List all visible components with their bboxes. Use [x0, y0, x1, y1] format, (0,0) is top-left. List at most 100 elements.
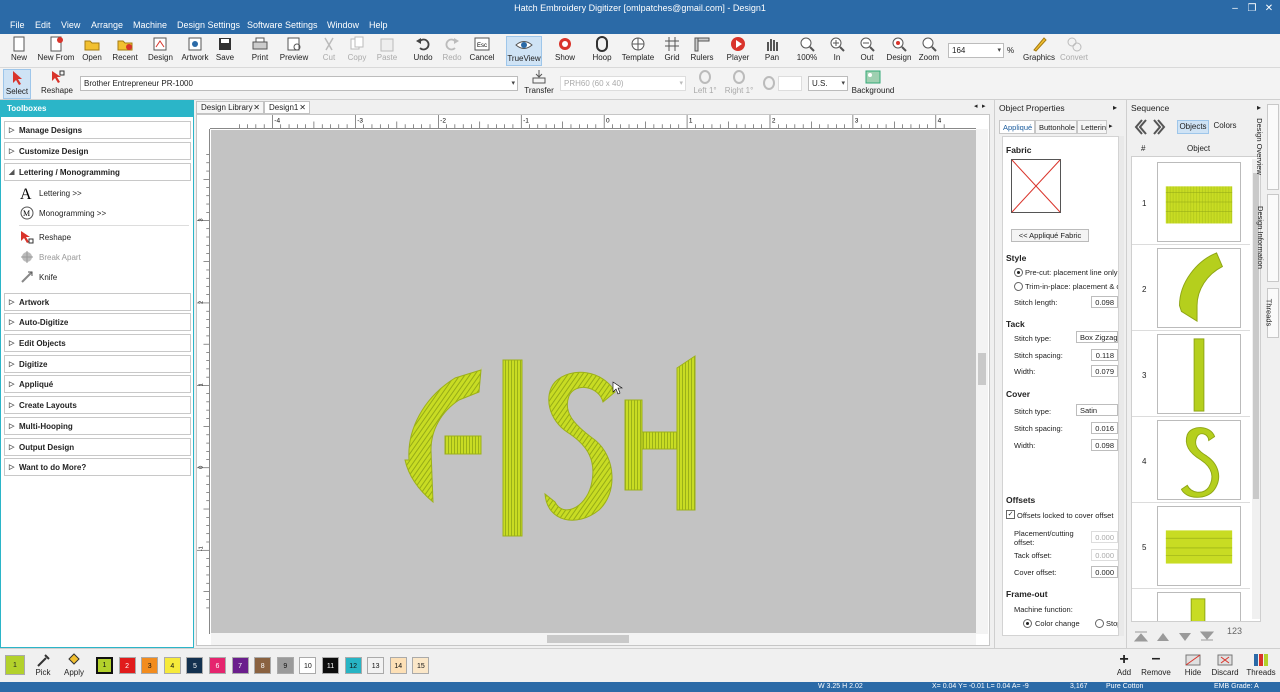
tack-spacing-input[interactable]: 0.118	[1091, 349, 1118, 361]
recent-button[interactable]: Recent	[110, 36, 140, 66]
horizontal-scrollbar[interactable]	[211, 633, 976, 645]
template-button[interactable]: Template	[620, 36, 656, 66]
hoop-select[interactable]: PRH60 (60 x 40) ▾	[560, 76, 686, 91]
color-change-radio[interactable]	[1023, 619, 1032, 628]
rulers-button[interactable]: Rulers	[688, 36, 716, 66]
scroll-right-icon[interactable]: ▸	[982, 102, 986, 110]
100--button[interactable]: 100%	[794, 36, 820, 66]
undo-button[interactable]: Undo	[410, 36, 436, 66]
toolbox-edit-objects[interactable]: ▷ Edit Objects	[4, 334, 191, 352]
new-button[interactable]: New	[8, 36, 30, 66]
tab-applique[interactable]: Appliqué	[999, 120, 1035, 134]
thread-swatch[interactable]: 11	[322, 657, 339, 674]
paste-button[interactable]: Paste	[376, 36, 398, 66]
machine-select[interactable]: Brother Entrepreneur PR-1000 ▾	[80, 76, 518, 91]
tab-design-library[interactable]: Design Library ✕	[196, 101, 264, 114]
thread-swatch[interactable]: 3	[141, 657, 159, 674]
toolbox-appliqu-[interactable]: ▷ Appliqué	[4, 375, 191, 393]
tool-knife[interactable]: Knife	[19, 269, 179, 287]
threads-button[interactable]: Threads	[1246, 652, 1276, 682]
offsets-locked-checkbox[interactable]: ✓	[1006, 510, 1015, 519]
collapse-icon[interactable]: ▸	[1113, 103, 1117, 112]
letter-h[interactable]	[624, 355, 696, 511]
thread-swatch[interactable]: 4	[163, 657, 181, 674]
sequence-row[interactable]: 5	[1132, 503, 1250, 589]
sequence-row[interactable]: 1	[1132, 159, 1250, 245]
open-button[interactable]: Open	[80, 36, 104, 66]
redo-button[interactable]: Redo	[440, 36, 464, 66]
current-color[interactable]: 1	[5, 655, 25, 675]
cover-width-input[interactable]: 0.098	[1091, 439, 1118, 451]
tab-scroll-icon[interactable]: ▸	[1109, 122, 1113, 130]
menu-help[interactable]: Help	[369, 20, 388, 30]
menu-software-settings[interactable]: Software Settings	[247, 20, 318, 30]
graphics-button[interactable]: Graphics	[1022, 36, 1056, 66]
tool-break-apart[interactable]: Break Apart	[19, 249, 179, 267]
thread-swatch[interactable]: 5	[186, 657, 204, 674]
remove-color-button[interactable]: – Remove	[1141, 651, 1171, 682]
apply-button[interactable]: Apply	[62, 652, 86, 682]
thread-swatch[interactable]: 12	[344, 657, 362, 674]
letter-f[interactable]	[404, 366, 483, 504]
letter-s[interactable]	[544, 371, 616, 521]
design-canvas[interactable]	[211, 130, 976, 633]
trim-radio[interactable]	[1014, 282, 1023, 291]
preview-button[interactable]: Preview	[278, 36, 310, 66]
rotate-angle-icon[interactable]	[762, 76, 776, 90]
save-button[interactable]: Save	[214, 36, 236, 66]
collapse-icon[interactable]: ▸	[1257, 103, 1261, 112]
cancel-button[interactable]: Esc Cancel	[468, 36, 496, 66]
close-button[interactable]: ✕	[1262, 2, 1276, 16]
tool-monogramming[interactable]: M Monogramming >>	[19, 205, 179, 223]
cover-spacing-input[interactable]: 0.016	[1091, 422, 1118, 434]
thread-swatch[interactable]: 10	[299, 657, 317, 674]
scroll-thumb[interactable]	[547, 635, 629, 643]
toolbox-create-layouts[interactable]: ▷ Create Layouts	[4, 396, 191, 414]
sequence-forward-icon[interactable]	[1153, 118, 1167, 136]
menu-view[interactable]: View	[61, 20, 80, 30]
tack-type-select[interactable]: Box Zigzag	[1076, 331, 1118, 343]
show-button[interactable]: Show	[552, 36, 578, 66]
discard-button[interactable]: Discard	[1210, 652, 1240, 682]
sequence-row[interactable]: 3	[1132, 331, 1250, 417]
tack-width-input[interactable]: 0.079	[1091, 365, 1118, 377]
new-from-button[interactable]: New From	[36, 36, 76, 66]
menu-edit[interactable]: Edit	[35, 20, 51, 30]
letter-i[interactable]	[502, 359, 523, 537]
toolbox-artwork[interactable]: ▷ Artwork	[4, 293, 191, 311]
thread-swatch[interactable]: 1	[96, 657, 113, 674]
thread-swatch[interactable]: 7	[231, 657, 249, 674]
toolbox-digitize[interactable]: ▷ Digitize	[4, 355, 191, 373]
close-icon[interactable]: ✕	[253, 103, 260, 112]
scroll-left-icon[interactable]: ◂	[974, 102, 978, 110]
sequence-row[interactable]: 4	[1132, 417, 1250, 503]
pan-button[interactable]: Pan	[762, 36, 782, 66]
units-select[interactable]: U.S. ▾	[808, 76, 848, 91]
reshape-tool[interactable]: Reshape	[40, 69, 74, 99]
thread-swatch[interactable]: 9	[276, 657, 294, 674]
thread-swatch[interactable]: 2	[118, 657, 136, 674]
properties-scrollbar[interactable]	[1119, 136, 1124, 636]
tab-threads-side[interactable]: Threads	[1264, 288, 1279, 338]
restore-button[interactable]: ❐	[1245, 2, 1259, 16]
toolbox-multi-hooping[interactable]: ▷ Multi-Hooping	[4, 417, 191, 435]
print-button[interactable]: Print	[248, 36, 272, 66]
stop-radio[interactable]	[1095, 619, 1104, 628]
thread-swatch[interactable]: 13	[367, 657, 385, 674]
tab-colors[interactable]: Colors	[1211, 120, 1239, 134]
in-button[interactable]: In	[826, 36, 848, 66]
background-button[interactable]: Background	[850, 69, 896, 99]
zoom-combo[interactable]: 164 ▾	[948, 43, 1004, 58]
tack-offset-input[interactable]: 0.000	[1091, 549, 1118, 561]
hide-button[interactable]: Hide	[1181, 652, 1205, 682]
toolbox-want-to-do-more-[interactable]: ▷ Want to do More?	[4, 458, 191, 476]
thread-swatch[interactable]: 15	[412, 657, 430, 674]
add-color-button[interactable]: + Add	[1113, 652, 1135, 682]
menu-design-settings[interactable]: Design Settings	[177, 20, 240, 30]
design-button[interactable]: Design	[884, 36, 914, 66]
zoom-button[interactable]: Zoom	[916, 36, 942, 66]
transfer-button[interactable]: Transfer	[522, 69, 556, 99]
sequence-row[interactable]: 2	[1132, 245, 1250, 331]
thread-swatch[interactable]: 6	[209, 657, 226, 674]
tab-design-information[interactable]: Design Information	[1256, 194, 1279, 282]
